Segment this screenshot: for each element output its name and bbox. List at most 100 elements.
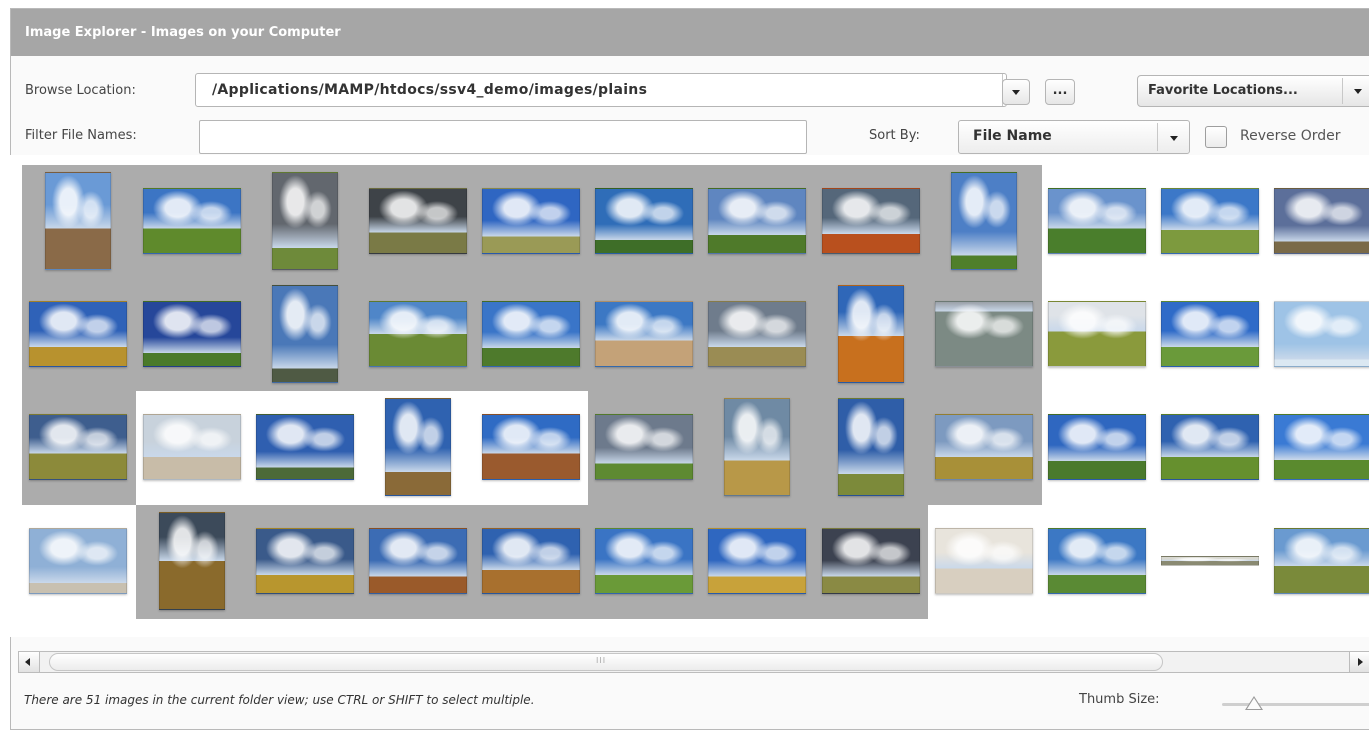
thumbnail-item[interactable] (1154, 165, 1266, 277)
thumbnail-item[interactable] (249, 278, 361, 390)
thumbnail-item[interactable] (701, 165, 813, 277)
scroll-left-button[interactable] (19, 652, 40, 672)
thumbnail-image (595, 188, 693, 254)
thumbnail-item[interactable] (815, 278, 927, 390)
thumbnail-item[interactable] (1267, 505, 1369, 617)
thumbnail-item[interactable] (701, 278, 813, 390)
thumbnail-item[interactable] (928, 505, 1040, 617)
thumbnail-image (822, 528, 920, 594)
thumbnail-image (1161, 301, 1259, 367)
thumbnail-image (272, 172, 338, 270)
thumbnail-image (708, 301, 806, 367)
thumbnail-image (143, 301, 241, 367)
thumbnail-item[interactable] (475, 505, 587, 617)
thumbnail-image (935, 414, 1033, 480)
scroll-right-button[interactable] (1349, 652, 1369, 672)
thumbnail-image (256, 528, 354, 594)
thumbnail-image (1274, 188, 1369, 254)
thumbnail-item[interactable] (475, 165, 587, 277)
thumbnail-item[interactable] (22, 165, 134, 277)
thumbnail-item[interactable] (815, 165, 927, 277)
thumbnail-item[interactable] (249, 165, 361, 277)
thumbnail-image (1274, 301, 1369, 367)
thumbnail-item[interactable] (362, 278, 474, 390)
thumbnail-image (29, 414, 127, 480)
thumbnail-image (1161, 414, 1259, 480)
thumbnail-image (1048, 414, 1146, 480)
scrollbar-thumb[interactable]: III (49, 653, 1163, 671)
thumbnail-item[interactable] (22, 391, 134, 503)
thumb-size-slider-knob[interactable] (1245, 696, 1263, 710)
thumbnail-item[interactable] (588, 505, 700, 617)
thumbnail-item[interactable] (362, 505, 474, 617)
thumbnail-item[interactable] (815, 391, 927, 503)
thumbnail-item[interactable] (1041, 391, 1153, 503)
thumbnail-image (45, 172, 111, 270)
thumbnail-item[interactable] (701, 391, 813, 503)
thumbnail-image (595, 414, 693, 480)
thumbnail-image (482, 188, 580, 254)
thumbnail-image (385, 398, 451, 496)
window-title: Image Explorer - Images on your Computer (11, 9, 1369, 56)
filter-file-names-input[interactable] (199, 120, 807, 154)
thumbnail-grid[interactable] (10, 155, 1369, 637)
thumbnail-image (159, 512, 225, 610)
thumbnail-item[interactable] (249, 391, 361, 503)
thumbnail-item[interactable] (588, 278, 700, 390)
browse-location-label: Browse Location: (25, 83, 136, 98)
thumbnail-image (256, 414, 354, 480)
thumbnail-item[interactable] (1041, 278, 1153, 390)
thumbnail-image (708, 188, 806, 254)
thumbnail-image (595, 528, 693, 594)
thumbnail-item[interactable] (1041, 505, 1153, 617)
thumbnail-image (482, 301, 580, 367)
thumbnail-item[interactable] (136, 391, 248, 503)
thumbnail-item[interactable] (136, 505, 248, 617)
thumbnail-item[interactable] (701, 505, 813, 617)
thumbnail-image (143, 414, 241, 480)
chevron-down-icon (1354, 89, 1362, 94)
chevron-down-icon (1170, 136, 1178, 141)
thumbnail-item[interactable] (1267, 165, 1369, 277)
thumbnail-item[interactable] (22, 505, 134, 617)
thumbnail-image (369, 301, 467, 367)
thumbnail-item[interactable] (588, 165, 700, 277)
horizontal-scrollbar[interactable]: III (18, 651, 1369, 673)
thumbnail-item[interactable] (588, 391, 700, 503)
thumbnail-item[interactable] (815, 505, 927, 617)
thumbnail-image (482, 528, 580, 594)
scrollbar-grip: III (596, 656, 607, 665)
thumbnail-image (951, 172, 1017, 270)
thumbnail-item[interactable] (136, 165, 248, 277)
thumbnail-item[interactable] (1267, 278, 1369, 390)
thumbnail-item[interactable] (136, 278, 248, 390)
thumbnail-item[interactable] (1041, 165, 1153, 277)
thumbnail-item[interactable] (1154, 505, 1266, 617)
browse-location-path: /Applications/MAMP/htdocs/ssv4_demo/imag… (212, 82, 648, 98)
thumbnail-image (724, 398, 790, 496)
thumbnail-item[interactable] (22, 278, 134, 390)
thumbnail-item[interactable] (928, 165, 1040, 277)
thumbnail-item[interactable] (1154, 391, 1266, 503)
thumbnail-image (29, 301, 127, 367)
chevron-down-icon (1012, 90, 1020, 95)
thumbnail-item[interactable] (928, 391, 1040, 503)
favorite-locations-label: Favorite Locations... (1148, 83, 1298, 98)
browse-location-dropdown-button[interactable] (1002, 79, 1030, 105)
thumbnail-item[interactable] (249, 505, 361, 617)
thumb-size-label: Thumb Size: (1079, 692, 1160, 707)
thumbnail-item[interactable] (928, 278, 1040, 390)
thumbnail-item[interactable] (475, 391, 587, 503)
thumbnail-item[interactable] (362, 165, 474, 277)
thumbnail-image (822, 188, 920, 254)
sort-by-select[interactable]: File Name (958, 120, 1190, 154)
filter-file-names-label: Filter File Names: (25, 128, 137, 143)
browse-folder-button[interactable]: ... (1045, 79, 1075, 105)
favorite-locations-button[interactable]: Favorite Locations... (1137, 75, 1369, 107)
thumbnail-item[interactable] (362, 391, 474, 503)
thumbnail-item[interactable] (1267, 391, 1369, 503)
reverse-order-checkbox[interactable] (1205, 126, 1227, 148)
browse-location-field[interactable]: /Applications/MAMP/htdocs/ssv4_demo/imag… (195, 73, 1007, 107)
thumbnail-item[interactable] (475, 278, 587, 390)
thumbnail-item[interactable] (1154, 278, 1266, 390)
